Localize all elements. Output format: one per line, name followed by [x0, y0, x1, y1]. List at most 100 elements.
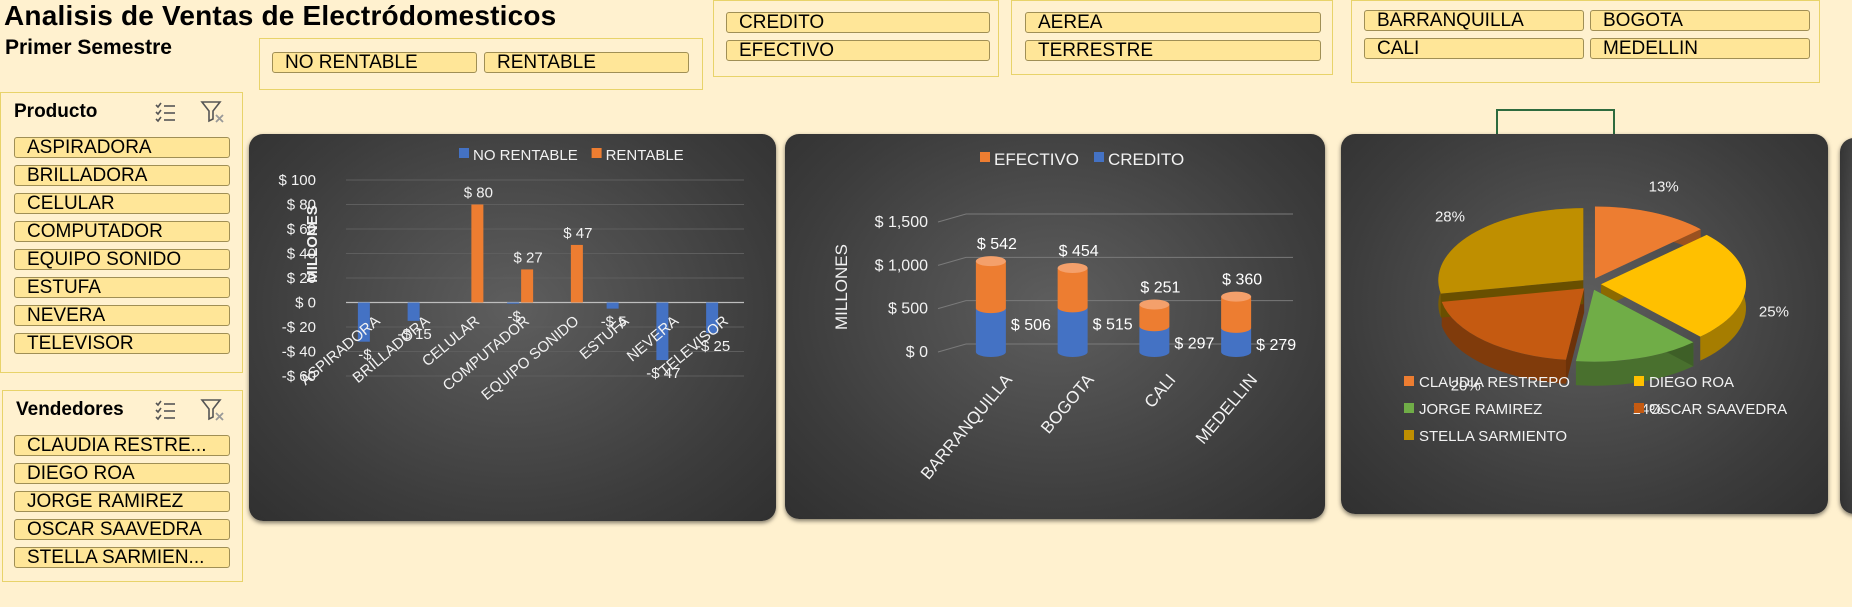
data-label-credito-cali: $ 297 [1174, 335, 1214, 352]
slicer-envio: AEREA TERRESTRE [1011, 0, 1333, 75]
slicer-item-computador[interactable]: COMPUTADOR [14, 221, 230, 242]
y-tick-label: $ 1,000 [875, 257, 928, 274]
bar-no-rentable-estufa [606, 302, 619, 309]
slicer-vendedores: Vendedores CLAUDIA RESTRE... DIEGO ROA J… [2, 390, 243, 582]
y-tick-label: $ 1,500 [875, 214, 928, 231]
slicer-item-oscar-saavedra[interactable]: OSCAR SAAVEDRA [14, 519, 230, 540]
bar-credito-barranquilla [975, 308, 1006, 357]
pie-label-claudia-restrepo: 13% [1649, 179, 1679, 196]
legend-label-credito: CREDITO [1108, 150, 1184, 169]
legend-swatch-claudia-restrepo [1404, 376, 1414, 386]
slicer-item-rentable[interactable]: RENTABLE [484, 52, 689, 73]
slicer-item-barranquilla[interactable]: BARRANQUILLA [1364, 10, 1584, 31]
chart-ventas-por-ciudad: $ 1,500 $ 1,000 $ 500 $ 0 MILLONES EFECTIVO CR… [832, 150, 1296, 483]
y-tick-label: $ 0 [906, 344, 928, 361]
data-label-rentable-equipo-sonido: $ 47 [563, 225, 592, 242]
slicer-ciudad: BARRANQUILLA BOGOTA CALI MEDELLIN [1351, 0, 1820, 83]
slicer-item-aerea[interactable]: AEREA [1025, 12, 1321, 33]
y-axis-title: MILLONES [832, 244, 851, 330]
slicer-item-nevera[interactable]: NEVERA [14, 305, 230, 326]
y-tick-label: $ 500 [888, 301, 928, 318]
slicer-item-claudia-restrepo[interactable]: CLAUDIA RESTRE... [14, 435, 230, 456]
data-label-efectivo-barranquilla: $ 542 [977, 236, 1017, 253]
legend-swatch-oscar-saavedra [1634, 403, 1644, 413]
x-tick-label-bogota: BOGOTA [1037, 370, 1098, 437]
bar-efectivo-barranquilla [975, 261, 1006, 314]
x-tick-label-barranquilla: BARRANQUILLA [917, 370, 1016, 483]
chart-panel-vendedores[interactable]: 13% 25% 14% 20% 28% CLAUDIA RESTREPO DIEGO ROA… [1341, 134, 1828, 514]
chart-panel-next-edge[interactable] [1840, 138, 1852, 514]
slicer-item-bogota[interactable]: BOGOTA [1590, 10, 1810, 31]
slicer-item-credito[interactable]: CREDITO [726, 12, 990, 33]
slicer-item-cali[interactable]: CALI [1364, 38, 1584, 59]
bar-top-medellin [1221, 291, 1252, 302]
slicer-vendedores-title: Vendedores [16, 399, 124, 420]
legend-label-rentable: RENTABLE [606, 147, 684, 164]
slicer-item-equipo-sonido[interactable]: EQUIPO SONIDO [14, 249, 230, 270]
legend-swatch-stella-sarmiento [1404, 430, 1414, 440]
slicer-item-efectivo[interactable]: EFECTIVO [726, 40, 990, 61]
slicer-item-medellin[interactable]: MEDELLIN [1590, 38, 1810, 59]
slicer-item-celular[interactable]: CELULAR [14, 193, 230, 214]
legend-label-oscar-saavedra: OSCAR SAAVEDRA [1649, 401, 1787, 418]
pie-label-stella-sarmiento: 28% [1435, 208, 1465, 225]
bar-rentable-computador [521, 269, 534, 303]
chart-panel-ciudad[interactable]: $ 1,500 $ 1,000 $ 500 $ 0 MILLONES EFECTIVO CR… [785, 134, 1325, 519]
legend-swatch-credito [1094, 152, 1104, 162]
data-label-efectivo-bogota: $ 454 [1059, 243, 1099, 260]
x-tick-label-cali: CALI [1141, 370, 1180, 411]
slicer-item-no-rentable[interactable]: NO RENTABLE [272, 52, 477, 73]
data-label-credito-bogota: $ 515 [1093, 316, 1133, 333]
slicer-item-terrestre[interactable]: TERRESTRE [1025, 40, 1321, 61]
chart-ventas-por-vendedor: 13%25%14%20%28%CLAUDIA RESTREPO DIEGO ROA… [1404, 179, 1789, 445]
legend-label-diego-roa: DIEGO ROA [1649, 374, 1734, 391]
x-tick-label-medellin: MEDELLIN [1192, 370, 1261, 447]
slicer-rentabilidad: NO RENTABLE RENTABLE [259, 38, 703, 90]
slicer-item-stella-sarmiento[interactable]: STELLA SARMIEN... [14, 547, 230, 568]
slicer-item-diego-roa[interactable]: DIEGO ROA [14, 463, 230, 484]
bar-top-barranquilla [975, 256, 1006, 267]
clear-filter-icon[interactable] [200, 99, 226, 125]
legend-label-no-rentable: NO RENTABLE [473, 147, 578, 164]
data-label-rentable-celular: $ 80 [464, 185, 493, 202]
legend-swatch-no-rentable [459, 148, 469, 158]
selection-frame [1496, 109, 1615, 134]
bar-top-bogota [1057, 263, 1088, 274]
legend-swatch-diego-roa [1634, 376, 1644, 386]
bar-efectivo-bogota [1057, 268, 1088, 313]
data-label-credito-barranquilla: $ 506 [1011, 317, 1051, 334]
multi-select-icon[interactable] [153, 99, 179, 125]
slicer-producto: Producto ASPIRADORA BRILLADORA CELULAR C… [0, 92, 243, 373]
bar-top-cali [1139, 299, 1170, 310]
y-tick-label: $ 0 [295, 295, 316, 312]
slicer-producto-title: Producto [14, 101, 98, 122]
legend-label-claudia-restrepo: CLAUDIA RESTREPO [1419, 374, 1570, 391]
data-label-efectivo-cali: $ 251 [1140, 280, 1180, 297]
page-title: Analisis de Ventas de Electródomesticos [4, 0, 557, 31]
y-tick-label: -$ 20 [282, 319, 316, 336]
bar-no-rentable-computador [507, 302, 520, 304]
chart-panel-rentabilidad[interactable]: $ 100 $ 80 $ 60 $ 40 $ 20 $ 0 -$ 20 -$ 40 -$ 60 M… [249, 134, 776, 521]
legend-swatch-efectivo [980, 152, 990, 162]
slicer-item-televisor[interactable]: TELEVISOR [14, 333, 230, 354]
y-tick-label: $ 100 [278, 172, 316, 189]
slicer-item-brilladora[interactable]: BRILLADORA [14, 165, 230, 186]
bar-credito-bogota [1057, 307, 1088, 357]
slicer-item-estufa[interactable]: ESTUFA [14, 277, 230, 298]
legend-label-jorge-ramirez: JORGE RAMIREZ [1419, 401, 1542, 418]
clear-filter-icon[interactable] [200, 397, 226, 423]
bar-rentable-celular [471, 204, 484, 303]
y-axis-title: MILLONES [304, 205, 321, 283]
slicer-pago: CREDITO EFECTIVO [713, 0, 999, 77]
y-tick-label: -$ 40 [282, 344, 316, 361]
chart-rentabilidad-por-producto: $ 100$ 80$ 60$ 40$ 20$ 0-$ 20-$ 40-$ 60M… [278, 147, 744, 404]
gridline [937, 213, 1293, 223]
data-label-efectivo-medellin: $ 360 [1222, 272, 1262, 289]
bar-rentable-equipo-sonido [570, 244, 583, 303]
slicer-item-jorge-ramirez[interactable]: JORGE RAMIREZ [14, 491, 230, 512]
data-label-credito-medellin: $ 279 [1256, 337, 1296, 354]
pie-label-diego-roa: 25% [1759, 303, 1789, 320]
page-subtitle: Primer Semestre [5, 36, 172, 59]
multi-select-icon[interactable] [153, 397, 179, 423]
slicer-item-aspiradora[interactable]: ASPIRADORA [14, 137, 230, 158]
